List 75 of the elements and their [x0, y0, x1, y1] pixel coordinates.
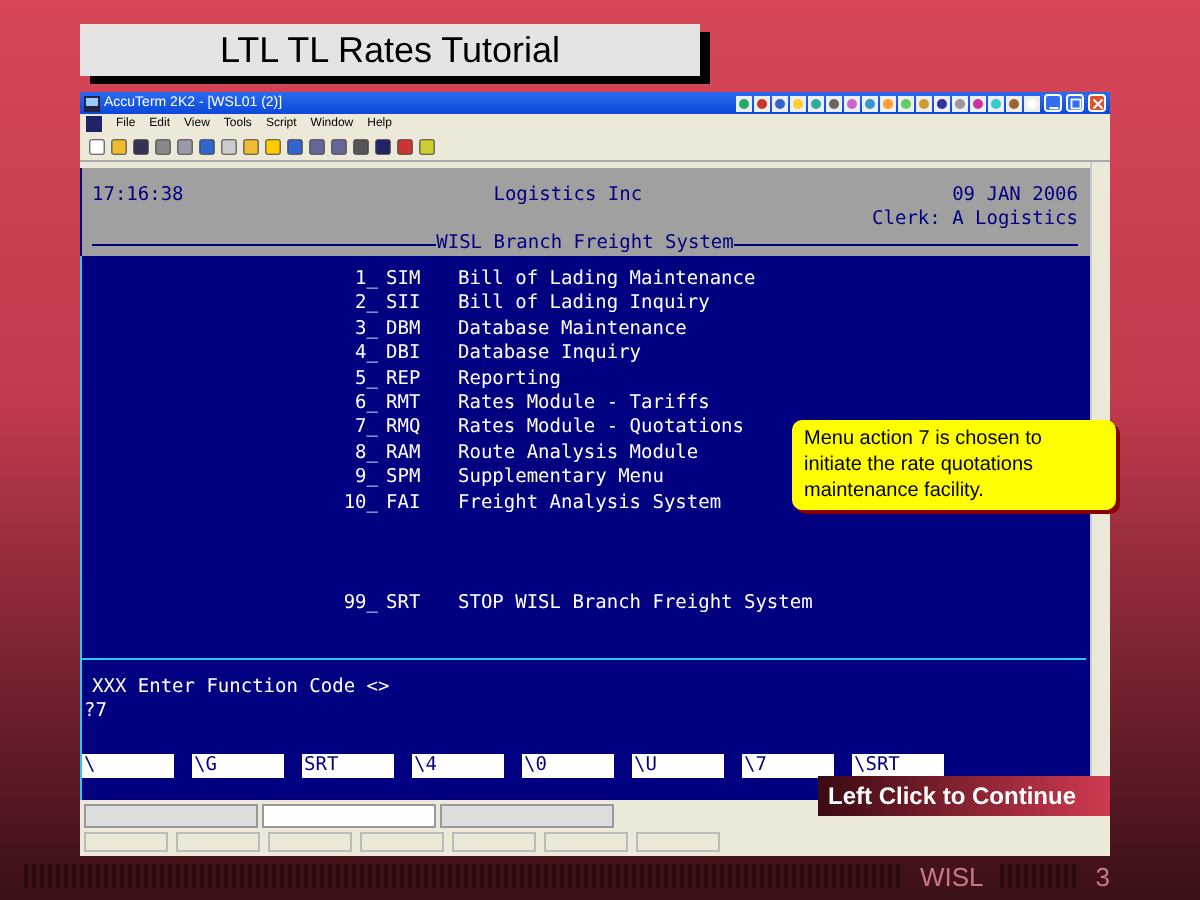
tray-icon[interactable]: [916, 95, 932, 111]
option-code: DBM: [384, 317, 423, 343]
tray-icon[interactable]: [988, 95, 1004, 111]
option-label: Bill of Lading Inquiry: [458, 292, 710, 318]
option-number: 10_: [341, 491, 378, 517]
option-code: SPM: [384, 466, 423, 492]
tray-icon[interactable]: [772, 95, 788, 111]
tray-icon[interactable]: [808, 95, 824, 111]
option-code: REP: [384, 367, 423, 393]
tray-icon[interactable]: [880, 95, 896, 111]
close-icon: [1091, 97, 1103, 109]
maximize-button[interactable]: [1066, 94, 1084, 112]
date-text: 09 JAN 2006: [952, 184, 1078, 208]
company-name: Logistics Inc: [493, 184, 643, 208]
option-label: Bill of Lading Maintenance: [458, 268, 756, 293]
option-label: Database Inquiry: [458, 342, 642, 368]
tray-icon[interactable]: [826, 95, 842, 111]
tray-icon[interactable]: [934, 95, 950, 111]
option-code: FAI: [384, 491, 423, 517]
function-key[interactable]: \SRT: [852, 754, 944, 778]
function-key[interactable]: \G: [192, 754, 284, 778]
option-number: 1_: [353, 268, 378, 293]
continue-button[interactable]: Left Click to Continue: [818, 776, 1110, 816]
option-code: DBI: [384, 342, 423, 368]
option-number: 9_: [353, 466, 378, 492]
option-number: 4_: [353, 342, 378, 368]
option-number: 3_: [353, 317, 378, 343]
tray-icon[interactable]: [790, 95, 806, 111]
function-key[interactable]: \4: [412, 754, 504, 778]
option-code: SII: [384, 292, 423, 318]
option-number: 99_: [341, 592, 378, 617]
function-key[interactable]: \U: [632, 754, 724, 778]
prompt-text: XXX Enter Function Code <>: [92, 676, 392, 700]
option-label: STOP WISL Branch Freight System: [458, 592, 813, 617]
callout-tooltip: Menu action 7 is chosen to initiate the rate quotations maintenance facility.: [792, 420, 1116, 510]
option-number: 8_: [353, 441, 378, 467]
tray-icon[interactable]: [736, 95, 752, 111]
option-code: RAM: [384, 441, 423, 467]
minimize-button[interactable]: [1044, 94, 1062, 112]
option-label: Rates Module - Tariffs: [458, 392, 710, 417]
option-number: 7_: [353, 416, 378, 442]
page-number: 3: [1095, 861, 1111, 891]
option-code: SIM: [384, 268, 423, 293]
option-label: Route Analysis Module: [458, 441, 699, 467]
option-number: 2_: [353, 292, 378, 318]
option-label: Database Maintenance: [458, 317, 687, 343]
tray-icon[interactable]: [1006, 95, 1022, 111]
clerk-text: Clerk: A Logistics: [872, 208, 1078, 232]
tray-icon[interactable]: [844, 95, 860, 111]
tray-icon[interactable]: [862, 95, 878, 111]
slide-title: LTL TL Rates Tutorial: [80, 24, 700, 76]
option-number: 6_: [353, 392, 378, 417]
tray-icon[interactable]: [898, 95, 914, 111]
tray-icon[interactable]: [1024, 95, 1040, 111]
option-code: RMQ: [384, 416, 423, 442]
option-code: SRT: [384, 592, 423, 617]
tray-icon[interactable]: [970, 95, 986, 111]
function-key[interactable]: \0: [522, 754, 614, 778]
time-text: 17:16:38: [92, 184, 184, 208]
option-label: Freight Analysis System: [458, 491, 722, 517]
close-button[interactable]: [1088, 94, 1106, 112]
system-title: WISL Branch Freight System: [436, 232, 734, 256]
maximize-icon: [1069, 97, 1081, 109]
option-label: Supplementary Menu: [458, 466, 664, 492]
function-key[interactable]: \7: [742, 754, 834, 778]
command-input[interactable]: ?7: [84, 700, 1090, 724]
tray-icon[interactable]: [754, 95, 770, 111]
option-label: Rates Module - Quotations: [458, 416, 744, 442]
option-label: Reporting: [458, 367, 561, 393]
option-code: RMT: [384, 392, 423, 417]
function-key[interactable]: SRT: [302, 754, 394, 778]
function-key[interactable]: \: [82, 754, 174, 778]
option-number: 5_: [353, 367, 378, 393]
tray-icon[interactable]: [952, 95, 968, 111]
footer-text: WISL: [920, 861, 984, 891]
